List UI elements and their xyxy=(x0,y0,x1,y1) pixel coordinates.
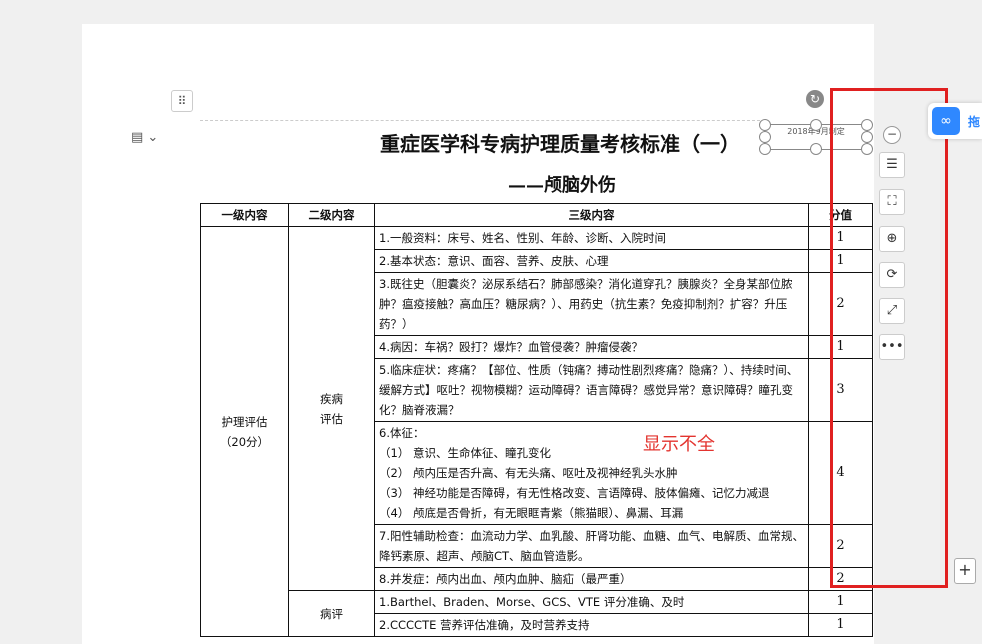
document-subtitle: ——颅脑外伤 xyxy=(508,175,616,196)
table-cell: 1.Barthel、Braden、Morse、GCS、VTE 评分准确、及时 xyxy=(374,590,809,614)
paragraph-menu-icon[interactable]: ▤ ⌄ xyxy=(131,130,165,148)
resize-handle-icon[interactable] xyxy=(759,131,771,143)
level2-cell: 病评 xyxy=(288,590,375,637)
resize-handle-icon[interactable] xyxy=(810,143,822,155)
table-row: 护理评估 （20分） 疾病 评估 1.一般资料：床号、姓名、性别、年龄、诊断、入… xyxy=(200,226,873,637)
drag-handle-icon[interactable]: ⠿ xyxy=(171,90,193,112)
annotation-text: 显示不全 xyxy=(643,434,715,455)
table-cell: 7.阳性辅助检查：血流动力学、血乳酸、肝肾功能、血糖、血气、电解质、血常规、降钙… xyxy=(374,524,809,568)
table-cell: 5.临床症状：疼痛？【部位、性质（钝痛？搏动性剧烈疼痛？隐痛？）、持续时间、缓解… xyxy=(374,358,809,422)
table-header: 二级内容 xyxy=(288,203,375,227)
table-cell: 1.一般资料：床号、姓名、性别、年龄、诊断、入院时间 xyxy=(374,226,809,250)
table-cell: 3.既往史（胆囊炎？泌尿系结石？肺部感染？消化道穿孔？胰腺炎？全身某部位脓肿？瘟… xyxy=(374,272,809,336)
resize-handle-icon[interactable] xyxy=(810,119,822,131)
table-row: 病评 1.Barthel、Braden、Morse、GCS、VTE 评分准确、及… xyxy=(201,590,873,637)
resize-handle-icon[interactable] xyxy=(759,119,771,131)
table-cell: 2.CCCCTE 营养评估准确，及时营养支持 xyxy=(374,613,809,637)
table-header-row: 一级内容 二级内容 三级内容 分值 xyxy=(200,203,873,227)
table-cell: 8.并发症：颅内出血、颅内血肿、脑疝（最严重） xyxy=(374,567,809,591)
side-app-button[interactable]: ∞ 拖 xyxy=(928,103,982,139)
level1-cell: 护理评估 （20分） xyxy=(200,226,289,637)
score-cell: 1 xyxy=(808,590,873,614)
table-cell: 6.体征： （1） 意识、生命体征、瞳孔变化 （2） 颅内压是否升高、有无头痛、… xyxy=(374,421,809,525)
table-header: 三级内容 xyxy=(374,203,809,227)
header-divider xyxy=(200,120,760,121)
document-title: 重症医学科专病护理质量考核标准（一） xyxy=(380,132,740,156)
highlight-box xyxy=(830,88,948,588)
score-table: 一级内容 二级内容 三级内容 分值 护理评估 （20分） 疾病 评估 1.一般资… xyxy=(200,203,873,637)
score-cell: 1 xyxy=(808,613,873,637)
table-cell: 2.基本状态：意识、面容、营养、皮肤、心理 xyxy=(374,249,809,273)
table-cell: 4.病因：车祸？殴打？爆炸？血管侵袭？肿瘤侵袭？ xyxy=(374,335,809,359)
level2-cell: 疾病 评估 xyxy=(288,226,375,591)
table-header: 一级内容 xyxy=(200,203,289,227)
app-logo-icon: ∞ xyxy=(932,107,960,135)
rotate-handle-icon[interactable]: ↻ xyxy=(806,90,824,108)
resize-handle-icon[interactable] xyxy=(759,143,771,155)
side-app-label: 拖 xyxy=(968,115,981,129)
add-button[interactable]: + xyxy=(954,558,976,584)
